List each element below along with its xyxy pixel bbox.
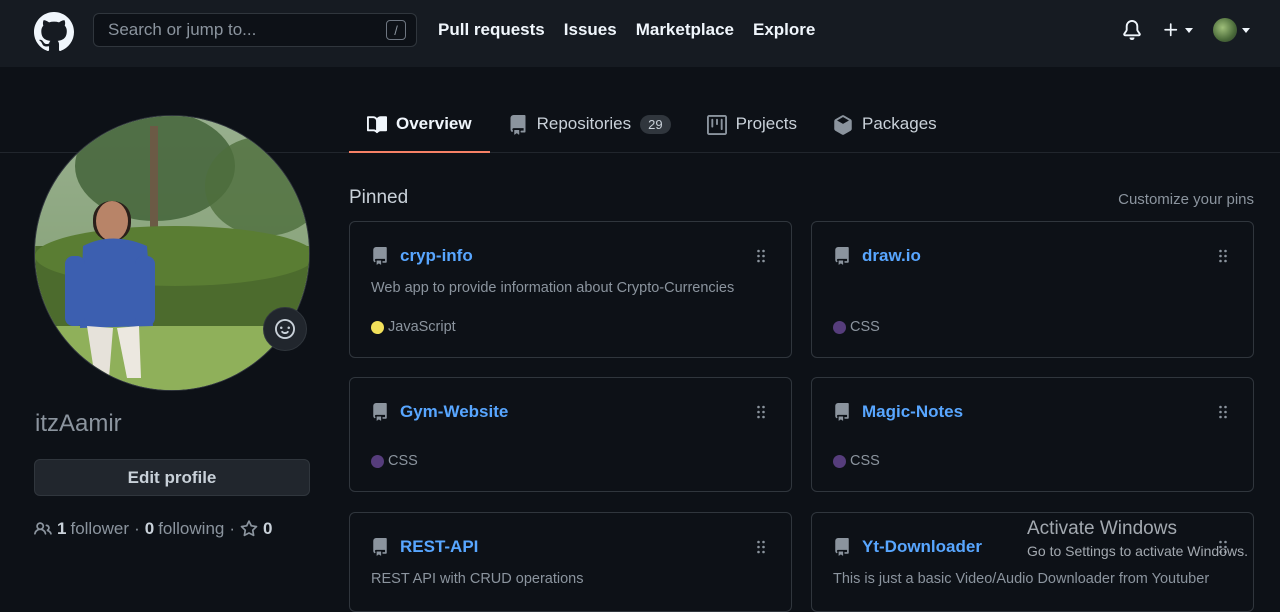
card-title: draw.io [833, 246, 921, 266]
language-color-dot [371, 454, 384, 468]
tab-overview-label: Overview [396, 114, 472, 133]
repo-language: CSS [833, 453, 880, 469]
github-logo-icon[interactable] [34, 12, 74, 52]
separator-dot: · [229, 519, 236, 538]
stars-count: 0 [263, 519, 273, 538]
nav-marketplace[interactable]: Marketplace [636, 20, 734, 40]
repo-language: CSS [833, 319, 880, 335]
tab-repositories-label: Repositories [536, 114, 632, 133]
repo-link[interactable]: draw.io [862, 246, 921, 266]
watermark-title: Activate Windows [1027, 518, 1177, 539]
repo-description: This is just a basic Video/Audio Downloa… [833, 571, 1210, 587]
following-count: 0 [144, 519, 155, 538]
drag-handle-icon[interactable] [755, 405, 767, 424]
tab-repositories[interactable]: Repositories 29 [490, 104, 689, 153]
profile-photo[interactable] [34, 115, 310, 391]
repo-link[interactable]: Gym-Website [400, 402, 508, 422]
card-title: Yt-Downloader [833, 537, 982, 557]
language-color-dot [371, 320, 384, 334]
followers-label: follower [70, 519, 130, 538]
repo-icon [833, 247, 862, 265]
follow-stats: 1 follower · 0 following · 0 [34, 519, 277, 539]
repo-icon [833, 403, 862, 421]
card-title: Magic-Notes [833, 402, 963, 422]
tab-projects[interactable]: Projects [689, 104, 815, 153]
top-header: Search or jump to... / Pull requests Iss… [0, 0, 1280, 67]
header-actions [1122, 18, 1250, 42]
repo-link[interactable]: Magic-Notes [862, 402, 963, 422]
set-status-button[interactable] [263, 307, 307, 351]
language-label: CSS [850, 453, 880, 469]
plus-icon [1164, 23, 1178, 37]
star-icon [240, 520, 258, 537]
pinned-heading: Pinned [349, 187, 409, 208]
user-menu-dropdown[interactable] [1213, 18, 1250, 42]
nav-pull-requests[interactable]: Pull requests [438, 20, 545, 40]
following-link[interactable]: 0 following [145, 519, 225, 539]
repo-icon [371, 538, 400, 556]
activate-windows-watermark: Activate Windows Go to Settings to activ… [1027, 518, 1248, 559]
repo-language: CSS [371, 453, 418, 469]
nav-explore[interactable]: Explore [753, 20, 815, 40]
chevron-down-icon [1242, 27, 1250, 33]
card-title: Gym-Website [371, 402, 508, 422]
drag-handle-icon[interactable] [1217, 405, 1229, 424]
repo-description: REST API with CRUD operations [371, 571, 584, 587]
language-label: CSS [388, 453, 418, 469]
watermark-subtitle: Go to Settings to activate Windows. [1027, 543, 1248, 559]
repo-link[interactable]: REST-API [400, 537, 478, 557]
smiley-icon [275, 319, 295, 339]
pinned-repo-card: Gym-Website CSS [349, 377, 792, 492]
avatar [1213, 18, 1237, 42]
customize-pins-link[interactable]: Customize your pins [1118, 191, 1254, 208]
slash-shortcut-key: / [386, 20, 406, 40]
repo-description: Web app to provide information about Cry… [371, 280, 735, 296]
following-label: following [158, 519, 225, 538]
repo-count-badge: 29 [640, 115, 671, 134]
tab-packages-label: Packages [862, 114, 937, 133]
card-title: cryp-info [371, 246, 473, 266]
pinned-repo-card: REST-API REST API with CRUD operations [349, 512, 792, 612]
followers-link[interactable]: 1 follower [57, 519, 129, 539]
repo-link[interactable]: Yt-Downloader [862, 537, 982, 557]
chevron-down-icon [1185, 27, 1193, 33]
tab-packages[interactable]: Packages [815, 104, 955, 153]
search-placeholder: Search or jump to... [108, 20, 257, 39]
pinned-repo-card: cryp-info Web app to provide information … [349, 221, 792, 358]
top-nav: Pull requests Issues Marketplace Explore [438, 20, 834, 40]
profile-tabs: Overview Repositories 29 Projects Packag… [349, 104, 955, 153]
repo-language: JavaScript [371, 319, 456, 335]
repo-icon [833, 538, 862, 556]
repo-link[interactable]: cryp-info [400, 246, 473, 266]
people-icon [34, 522, 52, 535]
tab-overview[interactable]: Overview [349, 104, 490, 153]
card-title: REST-API [371, 537, 478, 557]
language-label: CSS [850, 319, 880, 335]
repo-icon [371, 247, 400, 265]
repo-icon [371, 403, 400, 421]
package-icon [834, 115, 852, 135]
edit-profile-button[interactable]: Edit profile [34, 459, 310, 496]
stars-link[interactable]: 0 [240, 519, 276, 539]
nav-issues[interactable]: Issues [564, 20, 617, 40]
tab-projects-label: Projects [735, 114, 797, 133]
language-color-dot [833, 320, 846, 334]
drag-handle-icon[interactable] [1217, 249, 1229, 268]
drag-handle-icon[interactable] [755, 249, 767, 268]
language-color-dot [833, 454, 846, 468]
project-icon [706, 115, 727, 135]
separator-dot: · [134, 519, 140, 538]
search-input[interactable]: Search or jump to... / [93, 13, 417, 47]
pinned-repo-card: draw.io CSS [811, 221, 1254, 358]
language-label: JavaScript [388, 319, 456, 335]
pinned-repo-card: Magic-Notes CSS [811, 377, 1254, 492]
bell-icon[interactable] [1122, 20, 1142, 40]
book-icon [367, 116, 387, 134]
create-new-dropdown[interactable] [1162, 21, 1193, 39]
repo-icon [510, 115, 526, 135]
followers-count: 1 [57, 519, 67, 538]
profile-username: itzAamir [35, 410, 122, 437]
drag-handle-icon[interactable] [755, 540, 767, 559]
